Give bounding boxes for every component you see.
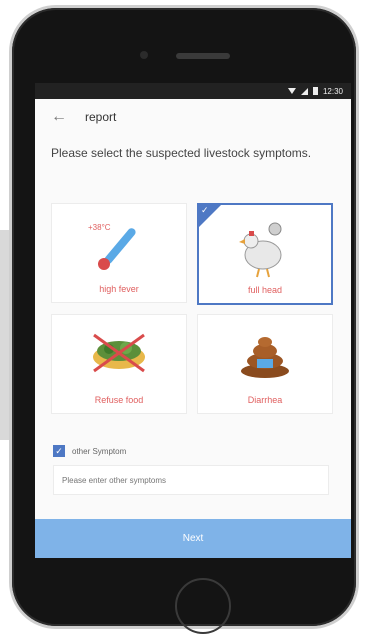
other-symptom-checkbox[interactable]: ✓ xyxy=(53,445,65,457)
symptom-card-full-head[interactable]: ✓ full head xyxy=(197,203,333,305)
other-symptom-input[interactable] xyxy=(53,465,329,495)
symptom-label: high fever xyxy=(99,284,139,294)
camera-icon xyxy=(140,51,148,59)
speaker-grille xyxy=(176,53,230,59)
header: ← report xyxy=(35,99,351,135)
next-button[interactable]: Next xyxy=(35,519,351,558)
symptom-card-refuse-food[interactable]: Refuse food xyxy=(51,314,187,414)
fever-annotation: +38°C xyxy=(88,223,111,232)
page-title: report xyxy=(85,110,117,124)
other-symptom-row: ✓ other Symptom xyxy=(53,445,126,457)
battery-icon xyxy=(312,87,318,95)
signal-icon xyxy=(300,87,308,95)
symptom-card-diarrhea[interactable]: Diarrhea xyxy=(197,314,333,414)
arrow-left-icon[interactable]: ← xyxy=(51,108,77,126)
bowl-crossed-icon xyxy=(84,329,154,384)
symptom-card-high-fever[interactable]: +38°C high fever xyxy=(51,203,187,303)
wifi-icon xyxy=(287,88,296,94)
status-time: 12:30 xyxy=(322,86,343,96)
poop-icon xyxy=(235,329,295,384)
status-bar: 12:30 xyxy=(35,83,351,99)
symptom-label: Refuse food xyxy=(94,395,144,405)
app-screen: 12:30 ← report Please select the suspect… xyxy=(35,83,351,558)
check-icon: ✓ xyxy=(201,205,209,215)
home-button[interactable] xyxy=(175,578,231,634)
symptom-label: Diarrhea xyxy=(247,395,283,405)
other-symptom-label: other Symptom xyxy=(72,446,127,456)
chicken-icon xyxy=(235,219,295,284)
symptom-prompt: Please select the suspected livestock sy… xyxy=(51,146,312,160)
thermometer-icon: +38°C xyxy=(84,218,154,278)
symptom-label: full head xyxy=(247,285,283,295)
symptom-grid: +38°C high fever ✓ full head Refuse food… xyxy=(51,203,335,414)
